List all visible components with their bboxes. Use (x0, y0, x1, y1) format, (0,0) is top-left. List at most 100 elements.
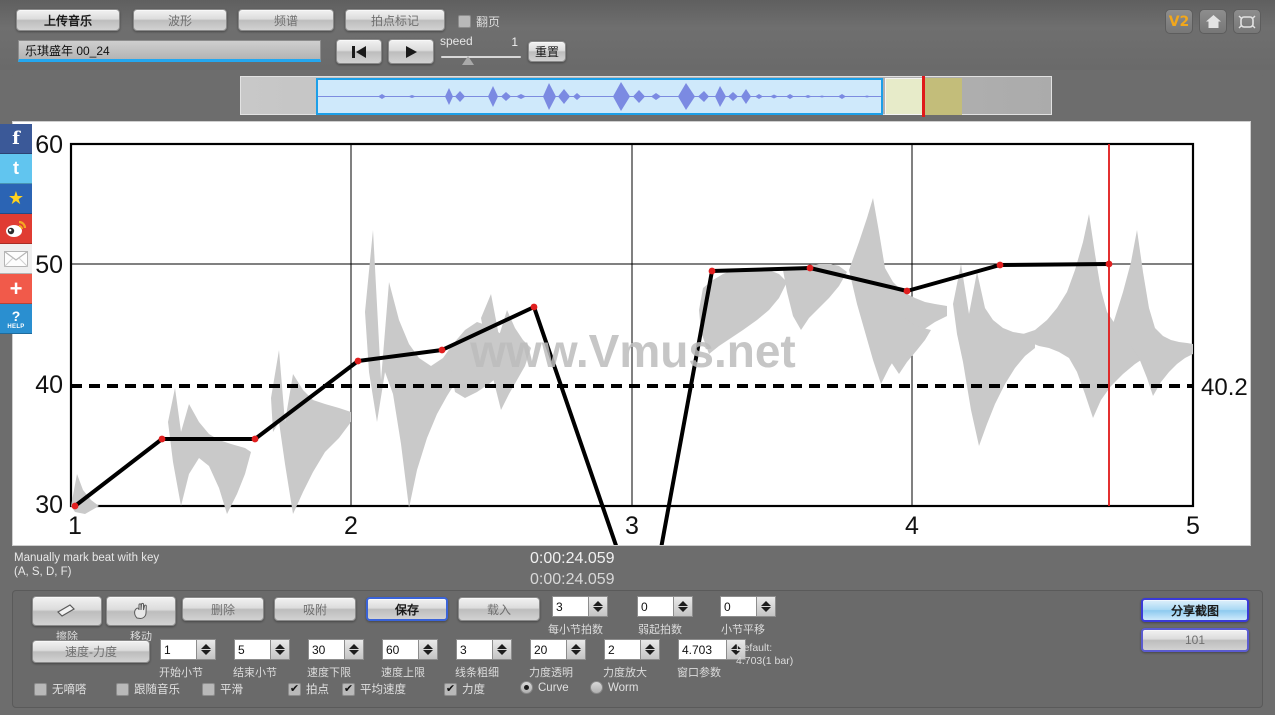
end-bar-input[interactable]: 5 (234, 639, 270, 660)
beats-per-bar-input[interactable]: 3 (552, 596, 588, 617)
page-turn-checkbox-box[interactable] (458, 15, 471, 28)
default-window-note: Default: 4.703(1 bar) (736, 642, 793, 668)
worm-radio-dot[interactable] (590, 681, 603, 694)
reset-button[interactable]: 重置 (528, 41, 566, 62)
follow-music-checkbox[interactable]: 跟随音乐 (116, 681, 180, 697)
hint-line-1: Manually mark beat with key (14, 552, 160, 564)
overview-waveform-panel[interactable] (240, 76, 1052, 117)
beats-checkbox-box[interactable]: ✔ (288, 682, 301, 696)
qzone-icon[interactable]: ★ (0, 184, 32, 214)
beat-mark-button[interactable]: 拍点标记 (345, 9, 445, 31)
curve-radio[interactable]: Curve (520, 681, 569, 694)
dynamics-zoom-input[interactable]: 2 (604, 639, 640, 660)
beats-checkbox[interactable]: ✔ 拍点 (288, 681, 329, 697)
facebook-icon[interactable]: f (0, 124, 32, 154)
twitter-icon[interactable]: t (0, 154, 32, 184)
line-thickness-stepper[interactable]: 3 (456, 639, 512, 660)
svg-text:3: 3 (625, 512, 639, 540)
dynamics-checkbox-box[interactable]: ✔ (444, 682, 457, 696)
smooth-label: 平滑 (220, 684, 243, 696)
page-turn-checkbox[interactable]: 翻页 (458, 13, 500, 30)
home-icon[interactable] (1199, 9, 1227, 34)
top-toolbar: 上传音乐 波形 频谱 拍点标记 翻页 乐琪盛年 00_24 speed 1 重置 (0, 0, 1275, 70)
help-icon[interactable]: ? HELP (0, 304, 32, 334)
start-bar-arrows[interactable] (196, 639, 216, 660)
waveform-selection-region[interactable] (316, 78, 883, 115)
speed-slider[interactable]: speed 1 (440, 34, 522, 66)
load-button[interactable]: 载入 (458, 597, 540, 621)
weibo-icon[interactable] (0, 214, 32, 244)
upload-music-button[interactable]: 上传音乐 (16, 9, 120, 31)
dynamics-zoom-stepper[interactable]: 2 (604, 639, 660, 660)
svg-text:2: 2 (344, 512, 358, 540)
tempo-max-stepper[interactable]: 60 (382, 639, 438, 660)
delete-button[interactable]: 删除 (182, 597, 264, 621)
dynamics-checkbox[interactable]: ✔ 力度 (444, 681, 485, 697)
save-button[interactable]: 保存 (366, 597, 448, 621)
dynamics-transparency-input[interactable]: 20 (530, 639, 566, 660)
rewind-button[interactable] (336, 39, 382, 64)
end-bar-arrows[interactable] (270, 639, 290, 660)
pickup-beats-stepper[interactable]: 0 (637, 596, 693, 617)
bar-shift-input[interactable]: 0 (720, 596, 756, 617)
version-badge[interactable]: V2 (1165, 9, 1193, 34)
dynamics-transparency-stepper[interactable]: 20 (530, 639, 586, 660)
share-snapshot-button[interactable]: 分享截图 (1141, 598, 1249, 622)
no-click-checkbox-box[interactable] (34, 682, 47, 696)
spectrum-button[interactable]: 频谱 (238, 9, 334, 31)
snap-button[interactable]: 吸附 (274, 597, 356, 621)
worm-radio-label: Worm (608, 681, 639, 694)
track-name-field[interactable]: 乐琪盛年 00_24 (18, 40, 321, 62)
tempo-dynamics-button[interactable]: 速度-力度 (32, 640, 150, 663)
share-101-button[interactable]: 101 (1141, 628, 1249, 652)
default-note-line-2: 4.703(1 bar) (736, 655, 794, 667)
tempo-chart-panel[interactable]: 60 50 40 30 1 2 3 4 5 40.2 www.Vmus.net (12, 121, 1251, 546)
pickup-beats-input[interactable]: 0 (637, 596, 673, 617)
move-tool-button[interactable] (106, 596, 176, 626)
overview-waveform-strip[interactable] (12, 74, 1263, 117)
smooth-checkbox[interactable]: 平滑 (202, 681, 243, 697)
speed-slider-thumb[interactable] (462, 56, 474, 65)
line-thickness-input[interactable]: 3 (456, 639, 492, 660)
worm-radio[interactable]: Worm (590, 681, 638, 694)
email-icon[interactable] (0, 244, 32, 274)
bar-shift-arrows[interactable] (756, 596, 776, 617)
more-share-icon[interactable]: + (0, 274, 32, 304)
curve-radio-dot[interactable] (520, 681, 533, 694)
tempo-chart[interactable]: 60 50 40 30 1 2 3 4 5 40.2 www.Vmus.net (13, 122, 1250, 545)
fullscreen-icon[interactable] (1233, 9, 1261, 34)
speed-slider-track[interactable] (441, 56, 521, 58)
follow-music-checkbox-box[interactable] (116, 682, 129, 696)
beats-per-bar-arrows[interactable] (588, 596, 608, 617)
end-bar-stepper[interactable]: 5 (234, 639, 290, 660)
tempo-min-stepper[interactable]: 30 (308, 639, 364, 660)
tempo-max-arrows[interactable] (418, 639, 438, 660)
window-param-input[interactable]: 4.703 (678, 639, 726, 660)
tempo-max-input[interactable]: 60 (382, 639, 418, 660)
tempo-min-input[interactable]: 30 (308, 639, 344, 660)
dynamics-transparency-arrows[interactable] (566, 639, 586, 660)
end-bar-label: 结束小节 (233, 667, 277, 679)
hint-line-2: (A, S, D, F) (14, 566, 72, 578)
svg-text:4: 4 (905, 512, 919, 540)
line-thickness-arrows[interactable] (492, 639, 512, 660)
svg-text:5: 5 (1186, 512, 1200, 540)
start-bar-input[interactable]: 1 (160, 639, 196, 660)
beats-per-bar-stepper[interactable]: 3 (552, 596, 608, 617)
bar-shift-stepper[interactable]: 0 (720, 596, 776, 617)
pickup-beats-label: 弱起拍数 (638, 624, 682, 636)
waveform-playhead[interactable] (922, 76, 925, 117)
start-bar-stepper[interactable]: 1 (160, 639, 216, 660)
erase-tool-button[interactable] (32, 596, 102, 626)
average-tempo-checkbox-box[interactable]: ✔ (342, 682, 355, 696)
play-icon (406, 45, 417, 58)
dynamics-zoom-arrows[interactable] (640, 639, 660, 660)
average-tempo-checkbox[interactable]: ✔ 平均速度 (342, 681, 406, 697)
no-click-checkbox[interactable]: 无嘀嗒 (34, 681, 87, 697)
play-button[interactable] (388, 39, 434, 64)
smooth-checkbox-box[interactable] (202, 682, 215, 696)
pickup-beats-arrows[interactable] (673, 596, 693, 617)
waveform-button[interactable]: 波形 (133, 9, 227, 31)
vmus-app: 上传音乐 波形 频谱 拍点标记 翻页 乐琪盛年 00_24 speed 1 重置 (0, 0, 1275, 715)
tempo-min-arrows[interactable] (344, 639, 364, 660)
